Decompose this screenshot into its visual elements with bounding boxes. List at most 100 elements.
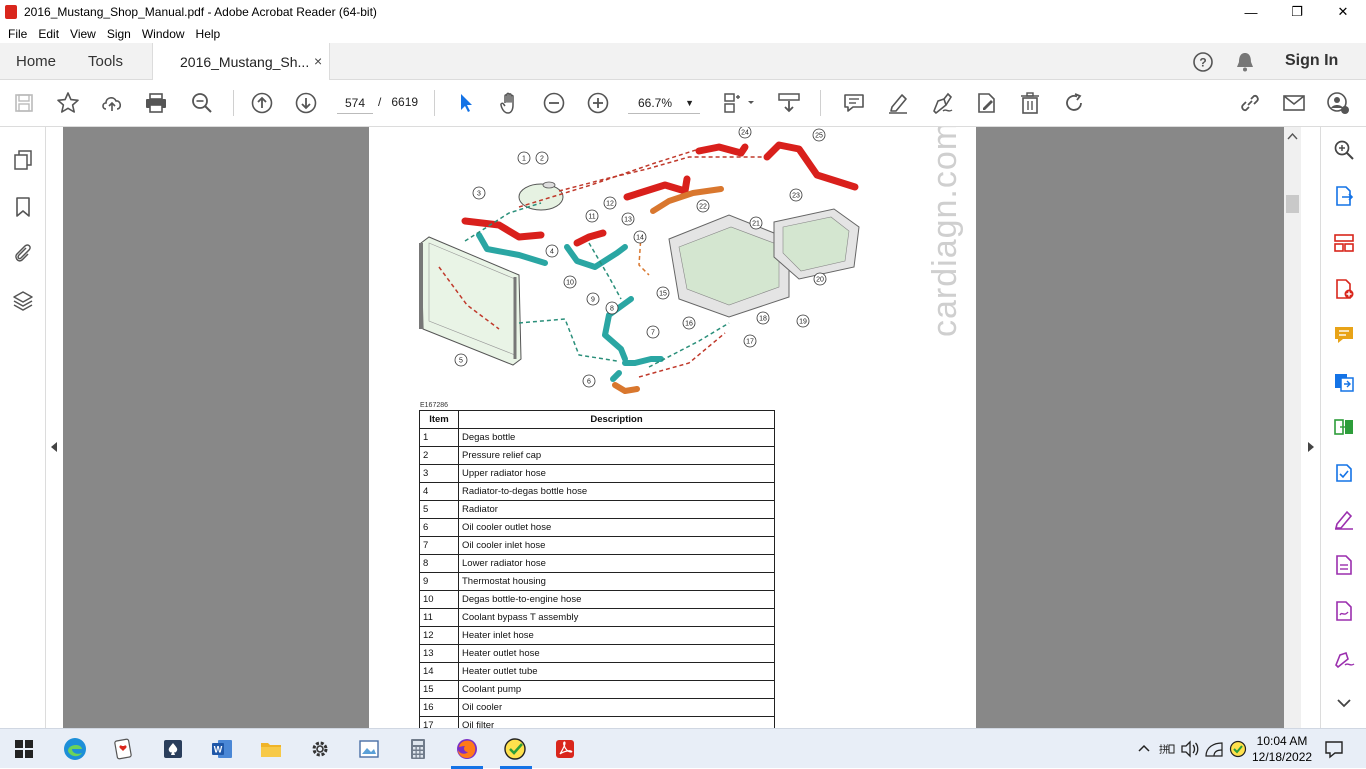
- table-row: 13 Heater outlet hose: [419, 644, 775, 663]
- item-description: Heater inlet hose: [458, 626, 775, 645]
- table-row: 4 Radiator-to-degas bottle hose: [419, 482, 775, 501]
- vertical-scrollbar[interactable]: [1284, 127, 1301, 728]
- page-thumbnails-icon[interactable]: [11, 148, 35, 172]
- svg-text:9: 9: [591, 297, 595, 304]
- checklist-app-icon[interactable]: [502, 735, 530, 763]
- menu-edit[interactable]: Edit: [38, 27, 59, 41]
- tab-document-label: 2016_Mustang_Sh...: [180, 54, 310, 70]
- security-app-icon[interactable]: [1224, 735, 1252, 763]
- tab-home[interactable]: Home: [16, 53, 56, 70]
- left-pane-toggle[interactable]: [46, 127, 63, 728]
- file-explorer-icon[interactable]: [257, 735, 285, 763]
- close-window-button[interactable]: ✕: [1320, 0, 1366, 24]
- comment-tool-icon[interactable]: [1332, 323, 1356, 347]
- sign-tool-icon[interactable]: [1332, 645, 1356, 669]
- svg-text:16: 16: [685, 321, 693, 328]
- compare-files-icon[interactable]: [1332, 415, 1356, 439]
- create-pdf-icon[interactable]: [1332, 277, 1356, 301]
- acrobat-taskbar-icon[interactable]: [551, 735, 579, 763]
- maximize-button[interactable]: ❐: [1274, 0, 1320, 24]
- solitaire-icon[interactable]: [110, 735, 138, 763]
- export-pdf-icon[interactable]: [1332, 184, 1356, 208]
- tab-close-button[interactable]: ×: [314, 53, 322, 69]
- settings-gear-icon[interactable]: [306, 735, 334, 763]
- item-description: Degas bottle-to-engine hose: [458, 590, 775, 609]
- item-description: Oil cooler inlet hose: [458, 536, 775, 555]
- bookmark-icon[interactable]: [11, 195, 35, 219]
- delete-icon[interactable]: [1018, 91, 1042, 115]
- table-row: 10 Degas bottle-to-engine hose: [419, 590, 775, 609]
- highlight-pen-icon[interactable]: [886, 91, 910, 115]
- link-icon[interactable]: [1238, 91, 1262, 115]
- notifications-icon[interactable]: [1320, 735, 1348, 763]
- zoom-out-search-icon[interactable]: [190, 91, 214, 115]
- svg-text:23: 23: [792, 193, 800, 200]
- help-icon[interactable]: ?: [1192, 51, 1214, 73]
- tab-tools[interactable]: Tools: [88, 53, 123, 70]
- svg-text:14: 14: [636, 235, 644, 242]
- hand-tool-icon[interactable]: [498, 91, 522, 115]
- sign-in-button[interactable]: Sign In: [1285, 52, 1338, 70]
- image-viewer-icon[interactable]: [355, 735, 383, 763]
- star-icon[interactable]: [56, 91, 80, 115]
- fill-sign-icon[interactable]: [1332, 507, 1356, 531]
- calculator-icon[interactable]: [404, 735, 432, 763]
- zoom-select[interactable]: 66.7% ▼: [628, 92, 700, 114]
- toolbar-divider: [434, 90, 435, 116]
- rotate-icon[interactable]: [1062, 91, 1086, 115]
- organize-pages-icon[interactable]: [1332, 231, 1356, 255]
- windows-start-icon[interactable]: [10, 735, 38, 763]
- right-pane-toggle[interactable]: [1301, 127, 1320, 728]
- combine-files-icon[interactable]: [1332, 369, 1356, 393]
- minimize-button[interactable]: —: [1228, 0, 1274, 24]
- upload-icon[interactable]: [100, 91, 124, 115]
- page-display-icon[interactable]: [722, 91, 756, 115]
- edit-pdf-icon[interactable]: [974, 91, 998, 115]
- menu-window[interactable]: Window: [142, 27, 185, 41]
- email-icon[interactable]: [1282, 91, 1306, 115]
- menu-sign[interactable]: Sign: [107, 27, 131, 41]
- menu-help[interactable]: Help: [196, 27, 221, 41]
- zoom-in-icon[interactable]: [586, 91, 610, 115]
- column-header-item: Item: [419, 410, 459, 429]
- svg-text:7: 7: [651, 330, 655, 337]
- search-icon[interactable]: [1332, 138, 1356, 162]
- scroll-mode-icon[interactable]: [777, 91, 801, 115]
- word-icon[interactable]: W: [208, 735, 236, 763]
- system-clock[interactable]: 10:04 AM 12/18/2022: [1252, 733, 1312, 765]
- menu-view[interactable]: View: [70, 27, 96, 41]
- zoom-out-icon[interactable]: [542, 91, 566, 115]
- sign-pen-icon[interactable]: [930, 91, 954, 115]
- table-row: 14 Heater outlet tube: [419, 662, 775, 681]
- send-review-icon[interactable]: [1332, 461, 1356, 485]
- next-page-icon[interactable]: [294, 91, 318, 115]
- page-number-input[interactable]: 574: [337, 92, 373, 114]
- page-separator: /: [378, 95, 382, 109]
- page-total-count: 6619: [391, 95, 419, 109]
- spades-game-icon[interactable]: [159, 735, 187, 763]
- item-number: 2: [419, 446, 459, 465]
- attachment-icon[interactable]: [11, 241, 35, 265]
- save-icon[interactable]: [12, 91, 36, 115]
- share-user-icon[interactable]: [1326, 91, 1350, 115]
- pdf-page: 1 2 3 4 5 6 7 8 9 10 11 12 13 14 15 16 1…: [369, 127, 976, 728]
- previous-page-icon[interactable]: [250, 91, 274, 115]
- print-icon[interactable]: [144, 91, 168, 115]
- chevron-down-icon: ▼: [685, 98, 694, 108]
- item-description: Oil cooler outlet hose: [458, 518, 775, 537]
- bell-icon[interactable]: [1235, 51, 1255, 73]
- firefox-icon[interactable]: [453, 735, 481, 763]
- menu-file[interactable]: File: [8, 27, 27, 41]
- scroll-up-icon[interactable]: [1284, 129, 1301, 143]
- request-signature-icon[interactable]: [1332, 599, 1356, 623]
- select-cursor-icon[interactable]: [454, 91, 478, 115]
- scrollbar-thumb[interactable]: [1286, 195, 1299, 213]
- svg-text:24: 24: [741, 130, 749, 137]
- comment-icon[interactable]: [842, 91, 866, 115]
- tab-document[interactable]: 2016_Mustang_Sh... ×: [152, 43, 330, 80]
- item-number: 8: [419, 554, 459, 573]
- protect-pdf-icon[interactable]: [1332, 553, 1356, 577]
- more-tools-chevron-icon[interactable]: [1332, 691, 1356, 715]
- layers-icon[interactable]: [11, 289, 35, 313]
- edge-browser-icon[interactable]: [61, 735, 89, 763]
